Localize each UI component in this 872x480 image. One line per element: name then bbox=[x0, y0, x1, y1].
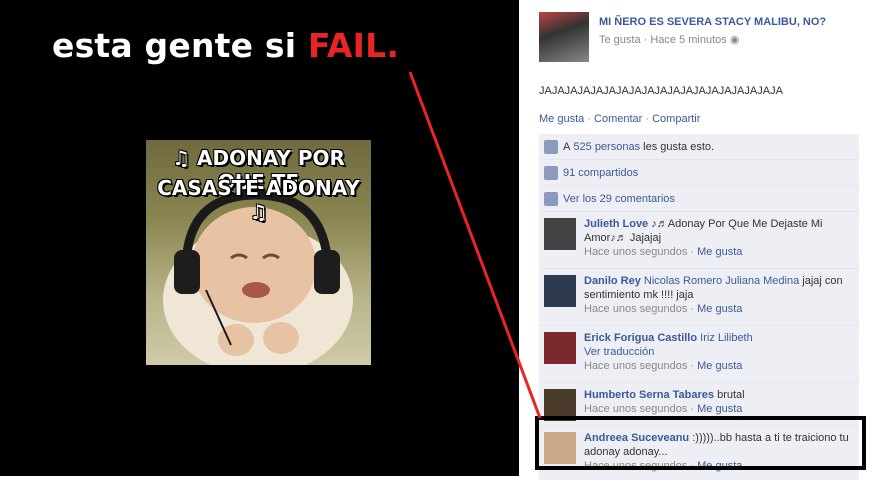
post-meta: Te gusta · Hace 5 minutos ◉ bbox=[599, 33, 739, 46]
caption-fail: FAIL. bbox=[307, 26, 400, 65]
post-panel: MI ÑERO ES SEVERA STACY MALIBU, NO? Te g… bbox=[519, 0, 872, 480]
caption-prefix: esta gente si bbox=[52, 26, 308, 65]
likes-count-link[interactable]: 525 personas bbox=[573, 141, 640, 153]
shares-row: 91 compartidos bbox=[539, 160, 859, 186]
comment-text: brutal bbox=[717, 389, 745, 401]
commenter-name[interactable]: Julieth Love bbox=[584, 218, 648, 230]
thumbs-up-icon bbox=[544, 139, 558, 154]
commenter-name[interactable]: Andreea Suceveanu bbox=[584, 432, 689, 444]
share-link[interactable]: Compartir bbox=[652, 113, 700, 125]
commenter-name[interactable]: Humberto Serna Tabares bbox=[584, 389, 714, 401]
view-comments-row: Ver los 29 comentarios bbox=[539, 186, 859, 212]
tagged-friends[interactable]: Iriz Lilibeth bbox=[700, 332, 753, 344]
feedback-box: A 525 personas les gusta esto. 91 compar… bbox=[539, 134, 859, 480]
comment-item: Andreea Suceveanu :)))))..bb hasta a ti … bbox=[539, 426, 859, 480]
post-text: JAJAJAJAJAJAJAJAJAJAJAJAJAJAJAJAJAJAJA bbox=[539, 85, 783, 97]
tagged-friends[interactable]: Nicolas Romero Juliana Medina bbox=[644, 275, 799, 287]
comment-item: Danilo Rey Nicolas Romero Juliana Medina… bbox=[539, 269, 859, 326]
meme-text-line2: CASASTE ADONAY ♫ bbox=[157, 176, 360, 224]
shares-link[interactable]: 91 compartidos bbox=[563, 167, 638, 179]
caption-headline: esta gente si FAIL. bbox=[52, 26, 399, 65]
commenter-name[interactable]: Danilo Rey bbox=[584, 275, 641, 287]
commenter-name[interactable]: Erick Forigua Castillo bbox=[584, 332, 697, 344]
commenter-avatar[interactable] bbox=[544, 432, 576, 464]
comment-link[interactable]: Comentar bbox=[594, 113, 642, 125]
separator: · bbox=[584, 113, 595, 125]
post-actions: Me gusta · Comentar · Compartir bbox=[539, 113, 700, 125]
commenter-avatar[interactable] bbox=[544, 389, 576, 421]
comments-icon bbox=[544, 191, 558, 206]
commenter-avatar[interactable] bbox=[544, 275, 576, 307]
comment-time: Hace unos segundos bbox=[584, 403, 688, 415]
page-avatar[interactable] bbox=[539, 12, 589, 62]
likes-suffix: les gusta esto. bbox=[643, 140, 715, 153]
comment-like-link[interactable]: Me gusta bbox=[697, 403, 742, 415]
comment-item: Erick Forigua Castillo Iriz Lilibeth Ver… bbox=[539, 326, 859, 383]
comment-time: Hace unos segundos bbox=[584, 246, 688, 258]
comment-item: Julieth Love ♪♬Adonay Por Que Me Dejaste… bbox=[539, 212, 859, 269]
comment-like-link[interactable]: Me gusta bbox=[697, 246, 742, 258]
likes-row: A 525 personas les gusta esto. bbox=[539, 134, 859, 160]
comment-body: Erick Forigua Castillo Iriz Lilibeth Ver… bbox=[584, 332, 753, 372]
separator: · bbox=[642, 113, 653, 125]
likes-prefix: A bbox=[563, 140, 571, 153]
comment-like-link[interactable]: Me gusta bbox=[697, 360, 742, 372]
page-title[interactable]: MI ÑERO ES SEVERA STACY MALIBU, NO? bbox=[599, 16, 869, 28]
meme-photo: esta gente si FAIL. ♫ ADONAY POR QUE TE … bbox=[0, 0, 519, 476]
commenter-avatar[interactable] bbox=[544, 332, 576, 364]
view-comments-link[interactable]: Ver los 29 comentarios bbox=[563, 193, 675, 205]
comment-body: Humberto Serna Tabares brutal Hace unos … bbox=[584, 389, 745, 415]
globe-icon: ◉ bbox=[729, 34, 740, 46]
comment-body: Danilo Rey Nicolas Romero Juliana Medina… bbox=[584, 275, 843, 315]
share-icon bbox=[544, 165, 558, 180]
comment-time: Hace unos segundos bbox=[584, 360, 688, 372]
commenter-avatar[interactable] bbox=[544, 218, 576, 250]
comment-time: Hace unos segundos bbox=[584, 303, 688, 315]
like-link[interactable]: Me gusta bbox=[539, 113, 584, 125]
comment-body: Julieth Love ♪♬Adonay Por Que Me Dejaste… bbox=[584, 218, 823, 258]
comment-time: Hace unos segundos bbox=[584, 460, 688, 472]
comment-like-link[interactable]: Me gusta bbox=[697, 303, 742, 315]
comment-like-link[interactable]: Me gusta bbox=[697, 460, 742, 472]
comment-item: Humberto Serna Tabares brutal Hace unos … bbox=[539, 383, 859, 426]
baby-meme-image: ♫ ADONAY POR QUE TE CASASTE ADONAY ♫ bbox=[146, 140, 371, 365]
see-translation-link[interactable]: Ver traducción bbox=[584, 346, 654, 358]
comment-body: Andreea Suceveanu :)))))..bb hasta a ti … bbox=[584, 432, 849, 472]
post-meta-text: Te gusta · Hace 5 minutos bbox=[599, 34, 727, 46]
